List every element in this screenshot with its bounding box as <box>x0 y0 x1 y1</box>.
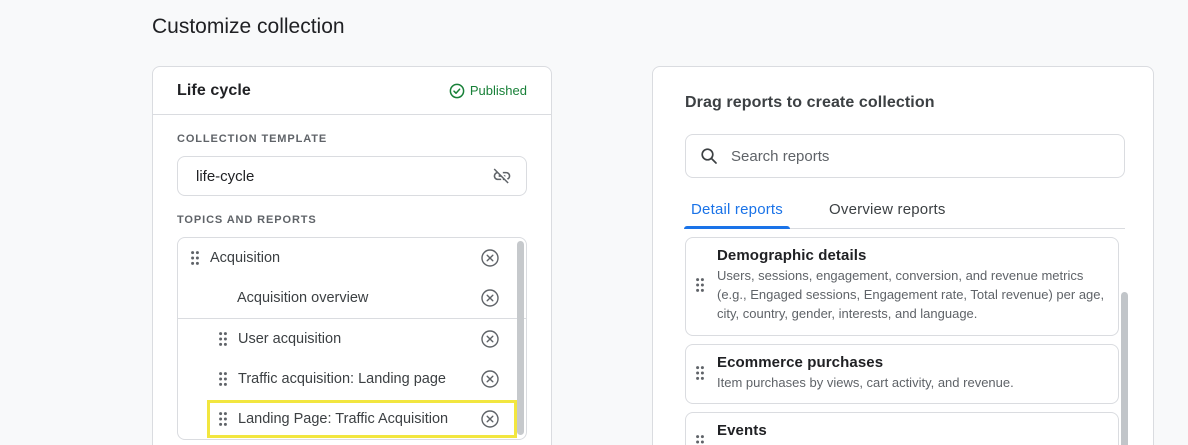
drag-handle-icon[interactable] <box>218 331 228 347</box>
report-label: Traffic acquisition: Landing page <box>238 371 480 387</box>
report-tabs: Detail reports Overview reports <box>685 200 1125 229</box>
report-list-scrollbar[interactable] <box>1121 292 1128 445</box>
report-label: Acquisition overview <box>237 290 480 306</box>
published-badge-label: Published <box>470 83 527 98</box>
check-circle-icon <box>449 83 465 99</box>
report-library-title: Drag reports to create collection <box>685 94 1125 112</box>
tab-overview-reports[interactable]: Overview reports <box>823 200 952 228</box>
report-row-landing-page-highlighted[interactable]: Landing Page: Traffic Acquisition <box>178 399 526 439</box>
template-field <box>177 156 527 196</box>
collection-title: Life cycle <box>177 82 251 100</box>
remove-icon[interactable] <box>480 409 500 429</box>
published-badge: Published <box>449 83 527 99</box>
report-row-user-acquisition[interactable]: User acquisition <box>178 319 526 359</box>
topics-list: Acquisition Acquisition overview <box>177 237 527 440</box>
topics-section-label: TOPICS AND REPORTS <box>177 214 527 226</box>
drag-handle-icon[interactable] <box>218 411 228 427</box>
report-card-demographic-details[interactable]: Demographic details Users, sessions, eng… <box>685 237 1119 336</box>
report-card-title: Demographic details <box>717 247 1110 264</box>
report-library-panel: Drag reports to create collection Detail… <box>652 66 1154 445</box>
drag-handle-icon[interactable] <box>190 250 200 266</box>
report-list: Demographic details Users, sessions, eng… <box>685 237 1119 445</box>
template-section-label: COLLECTION TEMPLATE <box>177 133 527 145</box>
report-card-title: Events <box>717 422 1110 439</box>
collection-header: Life cycle Published <box>153 67 551 115</box>
search-box <box>685 134 1125 178</box>
remove-icon[interactable] <box>480 369 500 389</box>
template-input[interactable] <box>194 167 484 186</box>
remove-icon[interactable] <box>480 329 500 349</box>
drag-handle-icon[interactable] <box>695 277 705 293</box>
report-card-description: Item purchases by views, cart activity, … <box>717 374 1110 393</box>
link-off-icon[interactable] <box>492 166 512 186</box>
page-title: Customize collection <box>152 13 345 41</box>
search-icon <box>700 147 718 165</box>
report-label: Landing Page: Traffic Acquisition <box>238 411 480 427</box>
page: { "page": { "title": "Customize collecti… <box>0 0 1188 445</box>
collection-panel: Life cycle Published COLLECTION TEMPLATE… <box>152 66 552 445</box>
report-row-traffic-acquisition[interactable]: Traffic acquisition: Landing page <box>178 359 526 399</box>
report-row-acquisition-overview[interactable]: Acquisition overview <box>178 278 526 318</box>
report-card-ecommerce-purchases[interactable]: Ecommerce purchases Item purchases by vi… <box>685 344 1119 405</box>
drag-handle-icon[interactable] <box>695 365 705 381</box>
report-label: User acquisition <box>238 331 480 347</box>
report-card-description: Users, sessions, engagement, conversion,… <box>717 267 1110 324</box>
tab-detail-reports[interactable]: Detail reports <box>685 200 789 228</box>
topic-row-acquisition[interactable]: Acquisition <box>178 238 526 278</box>
topic-label: Acquisition <box>210 250 480 266</box>
remove-icon[interactable] <box>480 288 500 308</box>
report-card-title: Ecommerce purchases <box>717 354 1110 371</box>
search-input[interactable] <box>729 147 1110 166</box>
drag-handle-icon[interactable] <box>695 434 705 445</box>
report-card-events[interactable]: Events Event count by event name, along … <box>685 412 1119 445</box>
topics-scrollbar[interactable] <box>517 241 524 435</box>
remove-icon[interactable] <box>480 248 500 268</box>
drag-handle-icon[interactable] <box>218 371 228 387</box>
